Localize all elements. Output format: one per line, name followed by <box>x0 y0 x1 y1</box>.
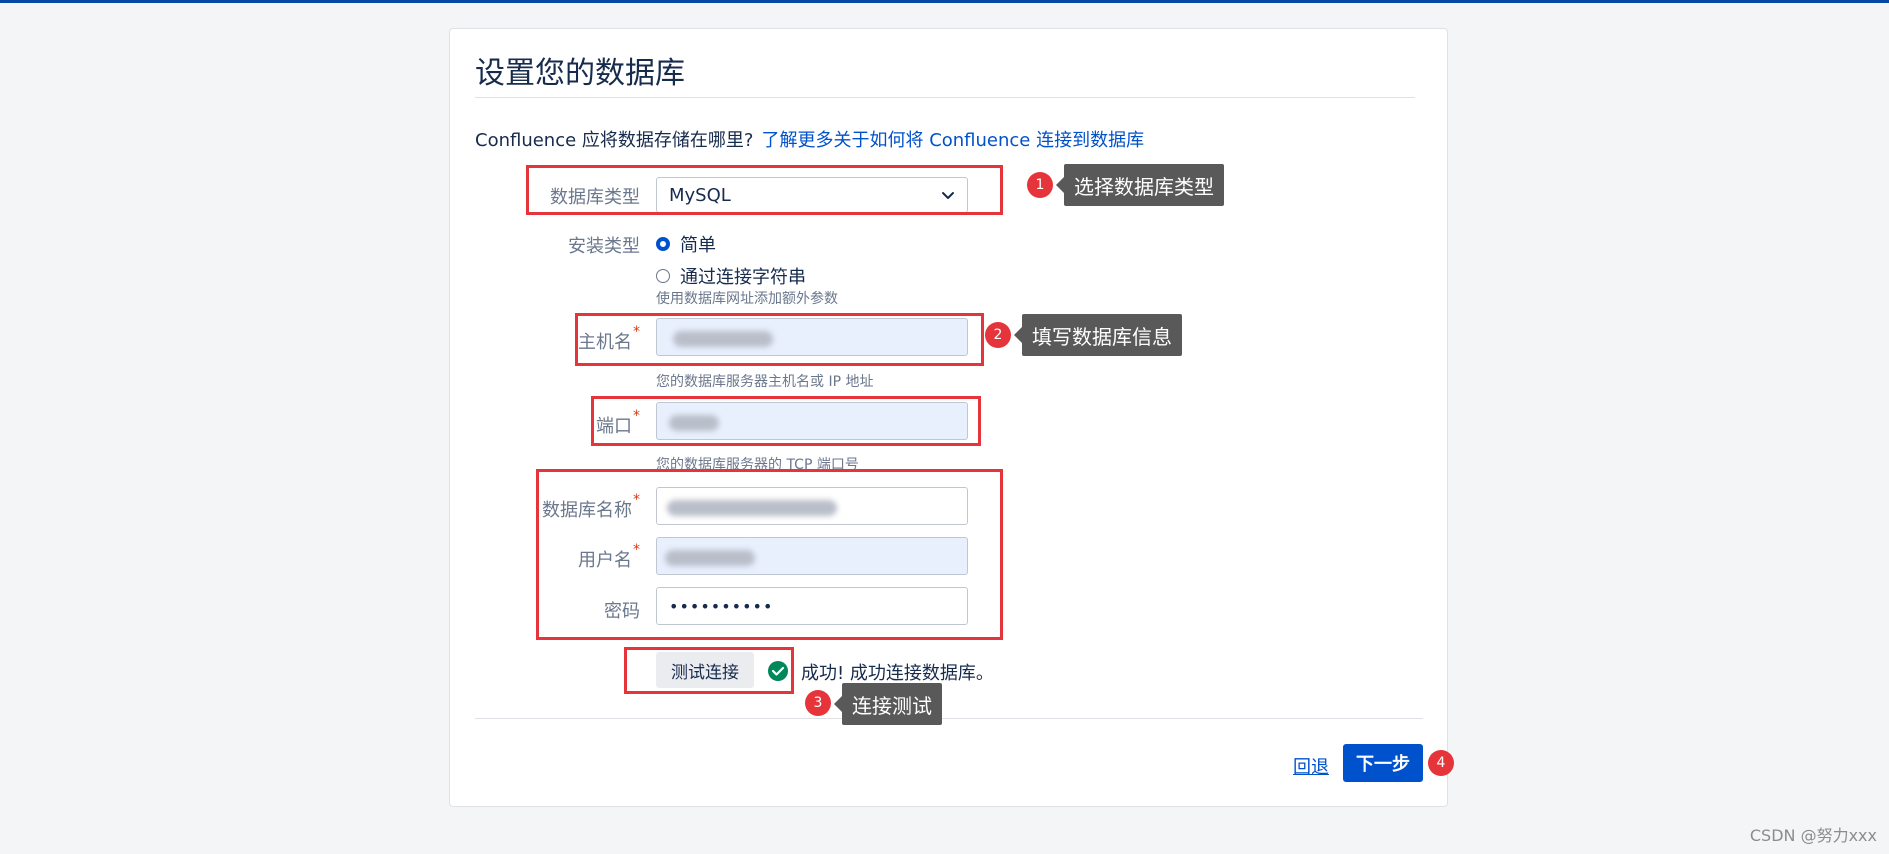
page-title: 设置您的数据库 <box>475 56 685 91</box>
storage-question: Confluence 应将数据存储在哪里? 了解更多关于如何将 Confluenc… <box>475 126 1144 152</box>
radio-connection-string-label: 通过连接字符串 <box>680 267 806 288</box>
question-text: Confluence 应将数据存储在哪里? <box>475 130 754 151</box>
back-link[interactable]: 回退 <box>1293 753 1329 779</box>
footer-divider <box>475 718 1423 719</box>
radio-simple-label: 简单 <box>680 235 716 256</box>
test-result-text: 成功! 成功连接数据库。 <box>801 663 994 684</box>
annotation-badge-2: 2 <box>985 322 1011 348</box>
annotation-badge-4: 4 <box>1428 750 1454 776</box>
radio-simple-dot[interactable] <box>656 237 670 251</box>
annotation-badge-3: 3 <box>805 690 831 716</box>
annotation-tip-1: 选择数据库类型 <box>1056 164 1224 206</box>
radio-connection-string[interactable]: 通过连接字符串 <box>656 263 806 289</box>
install-type-label: 安装类型 <box>568 236 640 257</box>
annotation-box-test <box>624 647 794 694</box>
annotation-box-db-info <box>536 469 1003 640</box>
title-divider <box>475 97 1415 98</box>
radio-connection-string-dot[interactable] <box>656 269 670 283</box>
learn-more-link[interactable]: 了解更多关于如何将 Confluence 连接到数据库 <box>761 130 1144 151</box>
annotation-box-db-type <box>526 165 1003 215</box>
annotation-tip-2: 填写数据库信息 <box>1014 314 1182 356</box>
annotation-box-hostname <box>575 313 984 366</box>
radio-simple[interactable]: 简单 <box>656 231 716 257</box>
annotation-box-port <box>591 396 981 446</box>
install-type-hint: 使用数据库网址添加额外参数 <box>656 291 838 307</box>
hostname-hint: 您的数据库服务器主机名或 IP 地址 <box>656 374 874 390</box>
next-button[interactable]: 下一步 <box>1343 744 1423 782</box>
watermark: CSDN @努力xxx <box>1749 826 1877 845</box>
annotation-badge-1: 1 <box>1027 172 1053 198</box>
top-accent-bar <box>0 0 1889 3</box>
annotation-tip-3: 连接测试 <box>834 683 942 725</box>
